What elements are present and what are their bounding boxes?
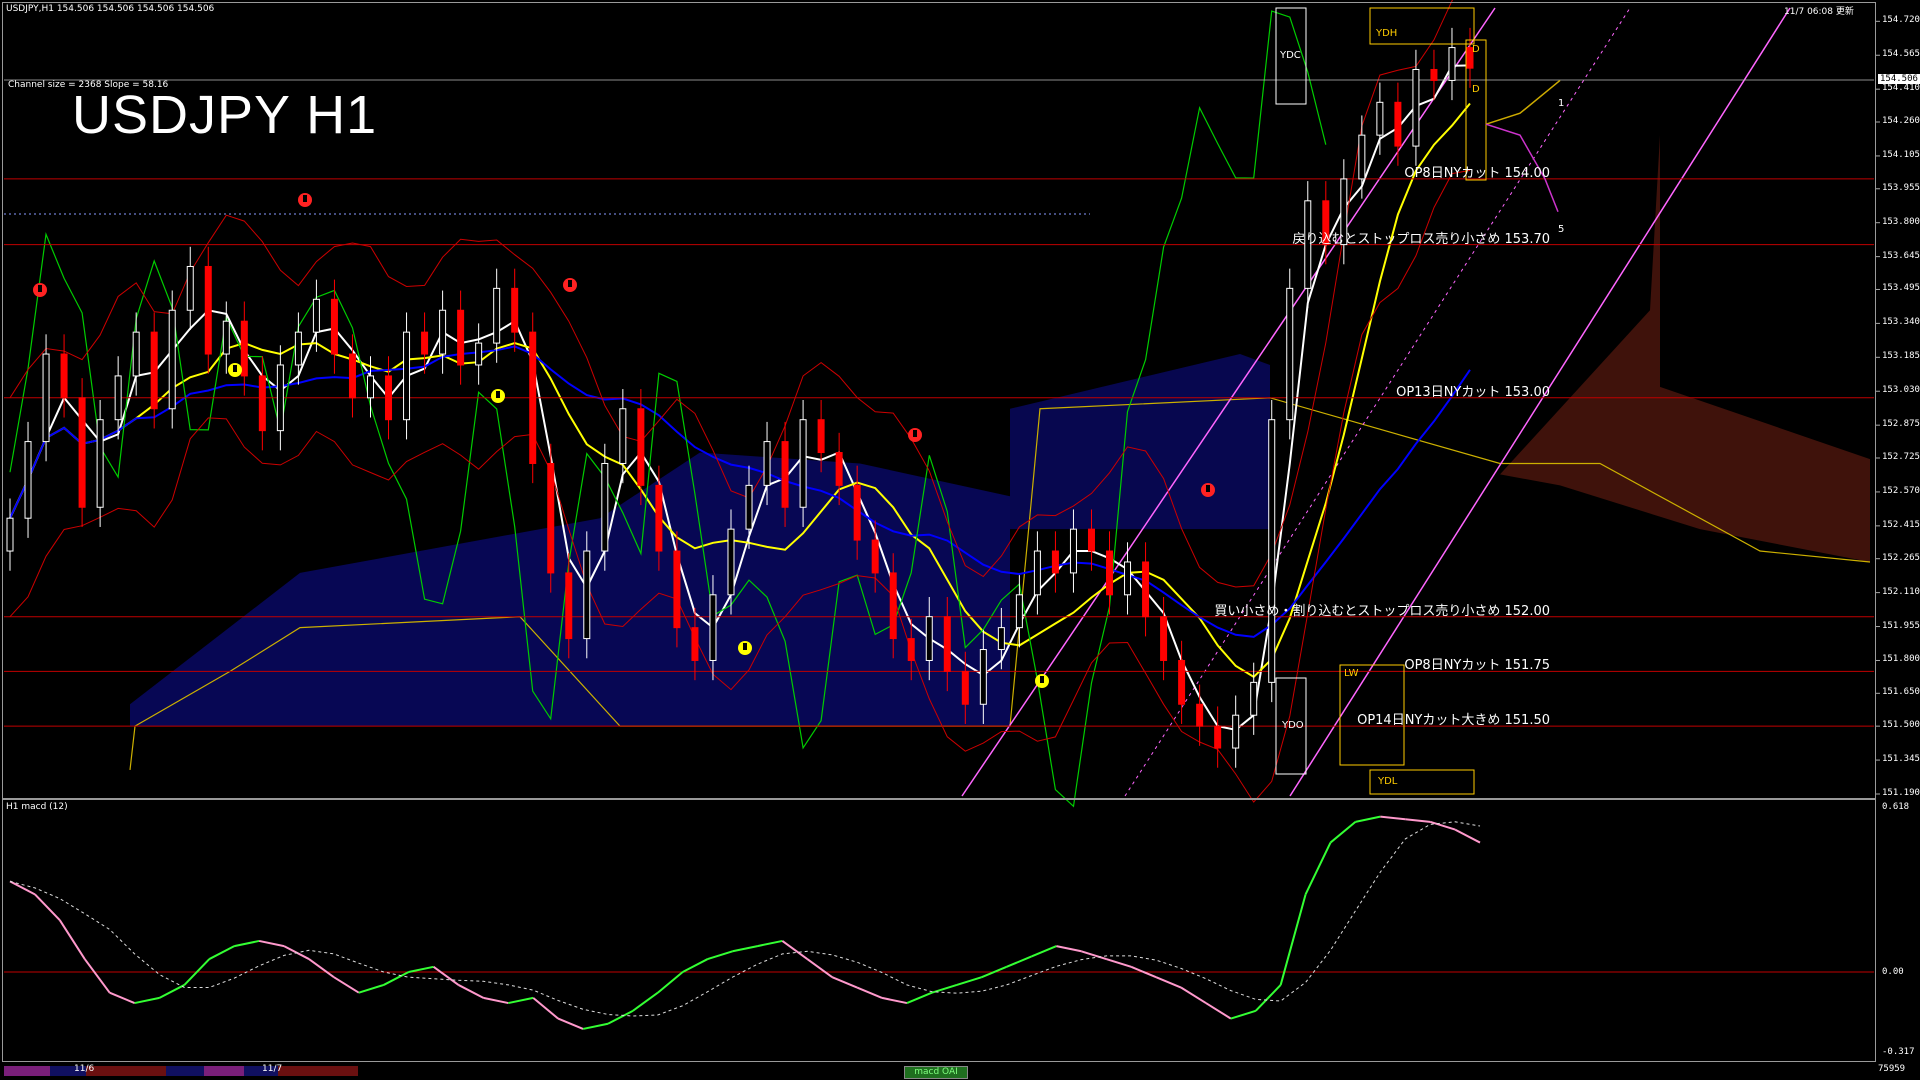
price-tick: 153.955 — [1882, 182, 1920, 193]
ydl-label: YDL — [1378, 776, 1398, 787]
price-tick: 152.265 — [1882, 552, 1920, 563]
price-tick: 152.725 — [1882, 452, 1920, 462]
d-upper-label: D — [1472, 44, 1480, 55]
wave-5-label: 5 — [1558, 224, 1565, 235]
ydc-label: YDC — [1280, 50, 1301, 61]
price-tick: 153.800 — [1882, 216, 1920, 227]
price-tick: 152.110 — [1882, 586, 1920, 597]
price-tick: 154.720 — [1882, 15, 1920, 26]
macd-panel-title: H1 macd (12) — [6, 802, 68, 812]
price-tick: 153.495 — [1882, 283, 1920, 294]
price-tick: 152.415 — [1882, 519, 1920, 530]
ydh-label: YDH — [1376, 28, 1398, 39]
price-tick: 154.105 — [1882, 149, 1920, 160]
price-tick: 151.190 — [1882, 788, 1920, 798]
macd-panel — [2, 799, 1876, 1062]
macd-tab[interactable]: macd OAI — [904, 1066, 968, 1079]
macd-axis-top: 0.618 — [1882, 802, 1910, 812]
price-tick: 154.565 — [1882, 49, 1920, 60]
ydo-label: YDO — [1282, 720, 1304, 731]
price-tick: 151.500 — [1882, 720, 1920, 731]
chart-title: USDJPY H1 — [72, 85, 378, 145]
level-label: OP8日NYカット 151.75 — [1404, 658, 1550, 674]
datetime: 11/7 06:08 更新 — [1784, 7, 1854, 17]
wave-1-label: 1 — [1558, 98, 1565, 109]
lw-label: LW — [1344, 668, 1359, 679]
level-label: OP14日NYカット大きめ 151.50 — [1357, 713, 1550, 729]
current-price-badge: 154.506 — [1878, 74, 1920, 84]
date-label-2: 11/7 — [262, 1064, 283, 1074]
symbol-info: USDJPY,H1 154.506 154.506 154.506 154.50… — [6, 4, 215, 14]
macd-axis-zero: 0.00 — [1882, 967, 1904, 977]
price-tick: 151.345 — [1882, 754, 1920, 765]
period-seg-7 — [278, 1066, 358, 1076]
period-seg-5 — [204, 1066, 244, 1076]
price-tick: 153.185 — [1882, 351, 1920, 362]
price-tick: 151.955 — [1882, 620, 1920, 631]
price-tick: 153.340 — [1882, 317, 1920, 328]
level-label: OP8日NYカット 154.00 — [1404, 165, 1550, 181]
period-seg-3 — [86, 1066, 166, 1076]
price-tick: 151.800 — [1882, 654, 1920, 665]
period-seg-4 — [166, 1066, 204, 1076]
macd-axis-extra: 75959 — [1878, 1064, 1906, 1074]
d-lower-label: D — [1472, 84, 1480, 95]
period-seg-1 — [4, 1066, 50, 1076]
level-label: 戻り込むとストップロス売り小さめ 153.70 — [1292, 231, 1550, 247]
macd-axis-bottom: -0.317 — [1882, 1047, 1915, 1057]
level-label: 買い小さめ・割り込むとストップロス売り小さめ 152.00 — [1214, 603, 1550, 619]
level-label: OP13日NYカット 153.00 — [1396, 384, 1550, 400]
price-tick: 152.875 — [1882, 419, 1920, 430]
price-tick: 151.650 — [1882, 687, 1920, 698]
price-tick: 153.030 — [1882, 385, 1920, 396]
price-tick: 154.260 — [1882, 116, 1920, 126]
price-tick: 153.645 — [1882, 250, 1920, 261]
price-tick: 154.410 — [1882, 83, 1920, 94]
price-tick: 152.570 — [1882, 485, 1920, 496]
date-label-1: 11/6 — [74, 1064, 95, 1074]
